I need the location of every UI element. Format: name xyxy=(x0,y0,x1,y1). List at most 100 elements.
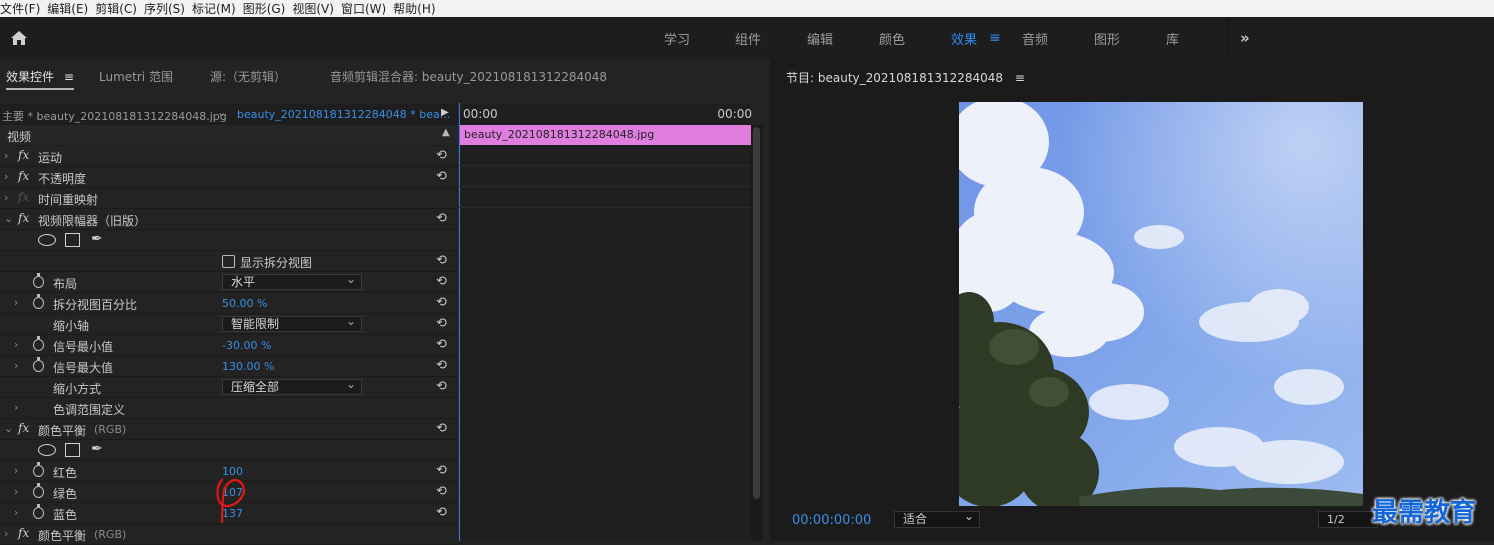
reset-icon[interactable]: ⟲ xyxy=(436,295,447,310)
menu-file[interactable]: 文件(F) xyxy=(0,0,47,17)
menu-window[interactable]: 窗口(W) xyxy=(341,0,393,17)
layout-dropdown[interactable]: 水平 xyxy=(222,272,362,290)
workspace-audio[interactable]: 音频 xyxy=(1022,17,1048,59)
collapse-up-icon[interactable]: ▲ xyxy=(442,127,450,138)
workspace-editing[interactable]: 编辑 xyxy=(807,17,833,59)
zoom-fit-dropdown[interactable]: 适合 xyxy=(894,509,980,528)
stopwatch-icon[interactable] xyxy=(33,483,44,498)
menu-clip[interactable]: 剪辑(C) xyxy=(95,0,144,17)
chevron-down-icon[interactable]: ⌄ xyxy=(4,212,13,225)
workspace-effects[interactable]: 效果 xyxy=(951,17,977,59)
reset-icon[interactable]: ⟲ xyxy=(436,463,447,478)
reset-icon[interactable]: ⟲ xyxy=(436,421,447,436)
home-icon[interactable] xyxy=(10,30,28,46)
effect-row-video-limiter[interactable]: ⌄ fx 视频限幅器（旧版） ⟲ xyxy=(0,209,458,230)
playhead[interactable] xyxy=(459,103,460,541)
chevron-right-icon[interactable]: › xyxy=(14,506,18,519)
reduce-axis-dropdown[interactable]: 智能限制 xyxy=(222,314,362,332)
preview-image[interactable] xyxy=(959,102,1363,506)
workspace-menu-icon[interactable]: ≡ xyxy=(989,17,1001,59)
stopwatch-icon[interactable] xyxy=(33,462,44,477)
menu-graphics[interactable]: 图形(G) xyxy=(243,0,293,17)
rectangle-mask-icon[interactable] xyxy=(65,443,80,457)
stopwatch-icon[interactable] xyxy=(33,294,44,309)
chevron-right-icon[interactable]: › xyxy=(4,170,8,183)
stopwatch-icon[interactable] xyxy=(33,336,44,351)
more-workspaces-icon[interactable]: » xyxy=(1240,17,1250,59)
pen-mask-icon[interactable]: ✒ xyxy=(91,231,103,247)
effect-timeline[interactable]: 00:00 00:00 beauty_202108181312284048.jp… xyxy=(458,103,752,541)
reset-icon[interactable]: ⟲ xyxy=(436,169,447,184)
chevron-right-icon[interactable]: › xyxy=(14,359,18,372)
fx-icon[interactable]: fx xyxy=(18,169,29,183)
tab-audio-clip-mixer[interactable]: 音频剪辑混合器: beauty_202108181312284048 xyxy=(330,68,607,85)
effect-row-motion[interactable]: › fx 运动 ⟲ xyxy=(0,146,458,167)
timeline-ruler[interactable]: 00:00 00:00 xyxy=(459,103,752,125)
reset-icon[interactable]: ⟲ xyxy=(436,337,447,352)
workspace-assembly[interactable]: 组件 xyxy=(735,17,761,59)
reset-icon[interactable]: ⟲ xyxy=(436,274,447,289)
show-split-view-checkbox[interactable] xyxy=(222,255,235,268)
playback-resolution-dropdown[interactable]: 1/2 xyxy=(1318,511,1378,528)
stopwatch-icon[interactable] xyxy=(33,357,44,372)
stopwatch-icon[interactable] xyxy=(33,273,44,288)
stopwatch-icon[interactable] xyxy=(33,504,44,519)
reset-icon[interactable]: ⟲ xyxy=(436,148,447,163)
effect-row-color-balance[interactable]: ⌄ fx 颜色平衡 (RGB) ⟲ xyxy=(0,419,458,440)
effect-row-color-balance-2[interactable]: › fx 颜色平衡 (RGB) xyxy=(0,524,458,545)
program-timecode[interactable]: 00:00:00:00 xyxy=(792,513,871,528)
reset-icon[interactable]: ⟲ xyxy=(436,358,447,373)
rectangle-mask-icon[interactable] xyxy=(65,233,80,247)
sequence-clip-label[interactable]: beauty_202108181312284048 * bea... xyxy=(237,108,450,121)
chevron-right-icon[interactable]: › xyxy=(4,191,8,204)
play-triangle-icon[interactable]: ▶ xyxy=(441,107,449,118)
effect-row-opacity[interactable]: › fx 不透明度 ⟲ xyxy=(0,167,458,188)
chevron-right-icon[interactable]: › xyxy=(14,485,18,498)
chevron-down-icon[interactable]: ⌄ xyxy=(4,422,13,435)
tab-source[interactable]: 源:（无剪辑） xyxy=(210,68,286,85)
signal-min-value[interactable]: -30.00 % xyxy=(222,339,271,352)
workspace-libraries[interactable]: 库 xyxy=(1166,17,1179,59)
menu-help[interactable]: 帮助(H) xyxy=(393,0,442,17)
panel-menu-icon[interactable]: ≡ xyxy=(1015,71,1025,85)
menu-markers[interactable]: 标记(M) xyxy=(192,0,243,17)
menu-view[interactable]: 视图(V) xyxy=(292,0,341,17)
chevron-down-icon[interactable]: ⌄ xyxy=(217,106,226,119)
ellipse-mask-icon[interactable] xyxy=(38,234,56,246)
fx-icon[interactable]: fx xyxy=(18,421,29,435)
tab-effect-controls[interactable]: 效果控件 ≡ xyxy=(6,68,74,90)
master-clip-label[interactable]: 主要 * beauty_202108181312284048.jpg xyxy=(2,108,227,124)
reset-icon[interactable]: ⟲ xyxy=(436,484,447,499)
chevron-right-icon[interactable]: › xyxy=(4,149,8,162)
ellipse-mask-icon[interactable] xyxy=(38,444,56,456)
reset-icon[interactable]: ⟲ xyxy=(436,253,447,268)
chevron-right-icon[interactable]: › xyxy=(14,338,18,351)
effect-row-time-remap[interactable]: › fx 时间重映射 xyxy=(0,188,458,209)
menu-sequence[interactable]: 序列(S) xyxy=(144,0,192,17)
workspace-color[interactable]: 颜色 xyxy=(879,17,905,59)
tab-lumetri-scopes[interactable]: Lumetri 范围 xyxy=(99,68,173,85)
scrollbar-thumb[interactable] xyxy=(753,127,760,499)
signal-max-value[interactable]: 130.00 % xyxy=(222,360,274,373)
panel-menu-icon[interactable]: ≡ xyxy=(64,70,74,84)
fx-icon[interactable]: fx xyxy=(18,148,29,162)
workspace-graphics[interactable]: 图形 xyxy=(1094,17,1120,59)
pen-mask-icon[interactable]: ✒ xyxy=(91,441,103,457)
split-percent-row: › 拆分视图百分比 50.00 % ⟲ xyxy=(0,293,458,314)
reset-icon[interactable]: ⟲ xyxy=(436,379,447,394)
reduce-method-dropdown[interactable]: 压缩全部 xyxy=(222,377,362,395)
menu-edit[interactable]: 编辑(E) xyxy=(47,0,95,17)
reset-icon[interactable]: ⟲ xyxy=(436,211,447,226)
timeline-clip[interactable]: beauty_202108181312284048.jpg xyxy=(460,125,752,145)
effects-scrollbar[interactable] xyxy=(751,125,762,541)
chevron-right-icon[interactable]: › xyxy=(14,401,18,414)
chevron-right-icon[interactable]: › xyxy=(14,464,18,477)
workspace-learn[interactable]: 学习 xyxy=(664,17,690,59)
fx-icon[interactable]: fx xyxy=(18,526,29,540)
reset-icon[interactable]: ⟲ xyxy=(436,505,447,520)
split-percent-value[interactable]: 50.00 % xyxy=(222,297,267,310)
fx-icon[interactable]: fx xyxy=(18,211,29,225)
chevron-right-icon[interactable]: › xyxy=(14,296,18,309)
reset-icon[interactable]: ⟲ xyxy=(436,316,447,331)
chevron-right-icon[interactable]: › xyxy=(4,527,8,540)
